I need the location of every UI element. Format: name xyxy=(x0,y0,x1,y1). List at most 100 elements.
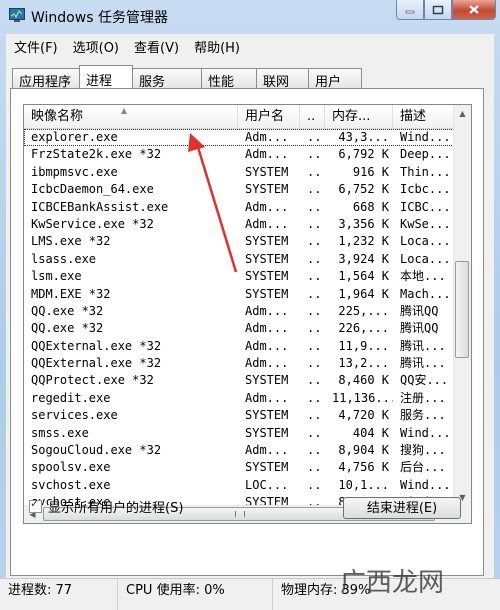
minimize-button[interactable] xyxy=(396,0,424,20)
tab-applications[interactable]: 应用程序 xyxy=(12,68,80,90)
process-description: 搜狗... xyxy=(400,443,446,458)
menu-file[interactable]: 文件(F) xyxy=(6,34,65,56)
table-row[interactable]: QQ.exe *32 Adm..... 226,... 腾讯QQ xyxy=(24,320,454,337)
process-memory: 225,... xyxy=(338,303,389,318)
table-row[interactable]: QQ.exe *32 Adm..... 225,... 腾讯QQ xyxy=(24,303,454,320)
process-name: lsm.exe xyxy=(31,269,82,284)
title-bar[interactable]: Windows 任务管理器 xyxy=(0,0,500,32)
table-row[interactable]: lsass.exe SYSTEM.. 3,924 K Loca... xyxy=(24,251,454,268)
process-name: services.exe xyxy=(31,408,118,423)
column-header-user[interactable]: 用户名 xyxy=(238,105,300,128)
process-rows: explorer.exe Adm..... 43,3... Wind... FrzSta… xyxy=(24,129,454,509)
process-memory: 1,964 K xyxy=(338,286,389,301)
vertical-scroll-thumb[interactable] xyxy=(455,261,469,358)
process-name: LMS.exe *32 xyxy=(31,234,111,249)
process-user: SYSTEM xyxy=(245,269,289,284)
table-row[interactable]: regedit.exe Adm..... 11,136... 注册... xyxy=(24,390,454,407)
table-row[interactable]: QQExternal.exe *32 Adm..... 11,9... 腾讯... xyxy=(24,338,454,355)
process-description: Wind... xyxy=(400,477,451,492)
table-row[interactable]: QQExternal.exe *32 Adm..... 13,2... 腾讯... xyxy=(24,355,454,372)
tab-users[interactable]: 用户 xyxy=(308,68,362,90)
table-row[interactable]: QQProtect.exe *32 SYSTEM.. 8,460 K QQ安... xyxy=(24,372,454,389)
process-user: Adm... xyxy=(245,130,289,144)
table-row[interactable]: IcbcDaemon_64.exe SYSTEM.. 6,752 K Icbc... xyxy=(24,181,454,198)
status-cpu-usage: CPU 使用率: 0% xyxy=(118,579,273,610)
process-name: QQExternal.exe *32 xyxy=(31,356,162,371)
table-row[interactable]: LMS.exe *32 SYSTEM.. 1,232 K Loca... xyxy=(24,233,454,250)
process-session: .. xyxy=(307,269,322,284)
process-memory: 11,136... xyxy=(332,390,393,405)
column-header-memory[interactable]: 内存... xyxy=(325,105,393,128)
process-name: SogouCloud.exe *32 xyxy=(31,443,162,458)
process-user: Adm... xyxy=(245,303,289,318)
process-list-header: ▲ 映像名称 用户名 .. 内存... 描述 xyxy=(24,105,454,129)
menu-view[interactable]: 查看(V) xyxy=(126,34,186,56)
scroll-up-arrow-icon[interactable]: ▲ xyxy=(454,105,471,122)
tab-processes[interactable]: 进程 xyxy=(79,65,133,89)
process-session: .. xyxy=(307,130,322,144)
process-name: QQ.exe *32 xyxy=(31,303,104,318)
end-process-button[interactable]: 结束进程(E) xyxy=(343,497,461,519)
table-row[interactable]: spoolsv.exe SYSTEM.. 4,756 K 后台... xyxy=(24,459,454,476)
show-all-users-checkbox[interactable] xyxy=(29,497,42,513)
process-user: Adm... xyxy=(245,216,289,231)
table-row[interactable]: explorer.exe Adm..... 43,3... Wind... xyxy=(24,129,454,147)
process-memory: 10,1... xyxy=(338,477,389,492)
process-session: .. xyxy=(307,182,322,197)
tab-networking[interactable]: 联网 xyxy=(256,68,309,90)
maximize-button[interactable] xyxy=(424,0,452,20)
window-controls xyxy=(396,0,496,20)
process-session: .. xyxy=(307,390,322,405)
process-description: 本地... xyxy=(400,269,446,284)
process-name: QQExternal.exe *32 xyxy=(31,338,162,353)
table-row[interactable]: ICBCEBankAssist.exe Adm..... 668 K ICBC... xyxy=(24,199,454,216)
process-session: .. xyxy=(307,164,322,179)
maximize-icon xyxy=(432,5,444,14)
table-row[interactable]: FrzState2k.exe *32 Adm..... 6,792 K Deep... xyxy=(24,146,454,163)
menu-options[interactable]: 选项(O) xyxy=(65,34,126,56)
table-row[interactable]: svchost.exe LOC..... 10,1... Wind... xyxy=(24,477,454,494)
table-row[interactable]: smss.exe SYSTEM.. 404 K Wind... xyxy=(24,425,454,442)
show-all-users-option[interactable]: 显示所有用户的进程(S) xyxy=(29,497,183,516)
process-name: lsass.exe xyxy=(31,251,97,266)
table-row[interactable]: ibmpmsvc.exe SYSTEM.. 916 K Thin... xyxy=(24,164,454,181)
column-header-session[interactable]: .. xyxy=(300,105,325,128)
process-user: Adm... xyxy=(245,443,289,458)
menu-help[interactable]: 帮助(H) xyxy=(186,34,247,56)
process-user: Adm... xyxy=(245,338,289,353)
table-row[interactable]: KwService.exe *32 Adm..... 3,356 K KwSe... xyxy=(24,216,454,233)
process-memory: 43,3... xyxy=(338,130,389,144)
process-name: ibmpmsvc.exe xyxy=(31,164,118,179)
table-row[interactable]: SogouCloud.exe *32 Adm..... 8,904 K 搜狗... xyxy=(24,442,454,459)
process-session: .. xyxy=(307,199,322,214)
process-session: .. xyxy=(307,443,322,458)
tab-performance[interactable]: 性能 xyxy=(201,68,257,90)
process-session: .. xyxy=(307,321,322,336)
tab-services[interactable]: 服务 xyxy=(132,68,202,90)
table-row[interactable]: lsm.exe SYSTEM.. 1,564 K 本地... xyxy=(24,268,454,285)
vertical-scrollbar[interactable]: ▲ ▼ xyxy=(453,105,471,506)
show-all-users-label: 显示所有用户的进程(S) xyxy=(48,501,184,516)
process-memory: 668 K xyxy=(352,199,389,214)
process-session: .. xyxy=(307,147,322,162)
process-name: KwService.exe *32 xyxy=(31,216,154,231)
process-memory: 916 K xyxy=(352,164,389,179)
process-description: KwSe... xyxy=(400,216,451,231)
process-name: explorer.exe xyxy=(31,130,118,144)
column-header-description[interactable]: 描述 xyxy=(393,105,454,128)
menu-bar: 文件(F) 选项(O) 查看(V) 帮助(H) xyxy=(6,34,494,56)
table-row[interactable]: MDM.EXE *32 SYSTEM.. 1,964 K Mach... xyxy=(24,286,454,303)
process-user: Adm... xyxy=(245,147,289,162)
column-header-image-name[interactable]: ▲ 映像名称 xyxy=(24,105,238,128)
sort-ascending-icon: ▲ xyxy=(121,106,128,115)
process-description: Wind... xyxy=(400,130,451,144)
process-memory: 3,924 K xyxy=(338,251,389,266)
table-row[interactable]: services.exe SYSTEM.. 4,720 K 服务... xyxy=(24,407,454,424)
task-manager-icon xyxy=(9,8,25,22)
process-user: SYSTEM xyxy=(245,286,289,301)
process-memory: 6,792 K xyxy=(338,147,389,162)
close-button[interactable] xyxy=(452,0,496,20)
tab-strip: 应用程序 进程 服务 性能 联网 用户 xyxy=(12,65,362,90)
process-memory: 3,356 K xyxy=(338,216,389,231)
process-list[interactable]: ▲ 映像名称 用户名 .. 内存... 描述 explorer.exe Adm..… xyxy=(23,104,472,524)
